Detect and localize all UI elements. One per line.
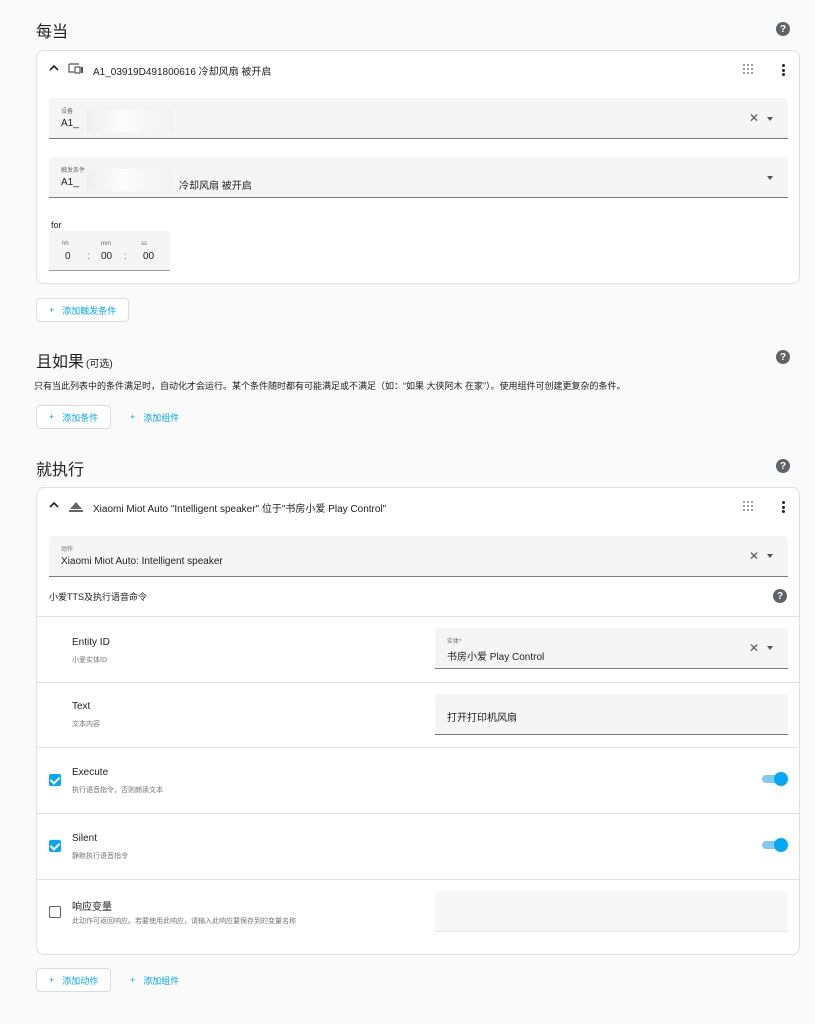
clear-icon[interactable]: ✕ (749, 641, 759, 655)
time-separator: : (87, 251, 90, 262)
execute-desc: 执行语音指令，否则朗读文本 (72, 787, 163, 794)
text-input[interactable]: 打开打印机风扇 (435, 694, 788, 735)
device-icon (68, 63, 83, 74)
action-select[interactable]: 动作 Xiaomi Miot Auto: Intelligent speaker… (49, 536, 788, 577)
clear-icon[interactable]: ✕ (749, 549, 759, 563)
redacted-text (87, 169, 173, 191)
drag-handle-icon[interactable] (743, 501, 753, 511)
trigger-card-header[interactable]: A1_03919D491800616 冷却风扇 被开启 (37, 51, 799, 87)
text-name: Text (72, 701, 91, 712)
optional-tag: (可选) (86, 359, 113, 370)
add-action-block-button[interactable]: + 添加组件 (118, 968, 191, 992)
chevron-down-icon[interactable] (767, 646, 773, 650)
action-card-title: Xiaomi Miot Auto "Intelligent speaker" 位… (93, 504, 387, 515)
silent-toggle[interactable] (762, 838, 788, 852)
trigger-card: A1_03919D491800616 冷却风扇 被开启 设备 A1_ ✕ 触发条… (36, 50, 800, 284)
add-trigger-button[interactable]: + 添加触发条件 (36, 298, 130, 322)
chevron-up-icon[interactable] (49, 63, 59, 73)
more-menu-icon[interactable] (781, 64, 785, 76)
silent-checkbox[interactable] (49, 840, 61, 852)
action-select-value: Xiaomi Miot Auto: Intelligent speaker (61, 556, 223, 567)
silent-desc: 静默执行语音指令 (72, 853, 128, 860)
add-block-label: 添加组件 (143, 975, 180, 986)
entity-id-desc: 小爱实体ID (72, 657, 107, 664)
hours-value[interactable]: 0 (65, 251, 71, 262)
action-card-header[interactable]: Xiaomi Miot Auto "Intelligent speaker" 位… (37, 488, 799, 524)
conditions-heading-text: 且如果 (36, 354, 85, 371)
minutes-value[interactable]: 00 (101, 251, 112, 262)
chevron-down-icon[interactable] (767, 117, 773, 121)
divider (37, 616, 799, 617)
more-menu-icon[interactable] (781, 501, 785, 513)
response-variable-input[interactable] (435, 891, 788, 932)
clear-icon[interactable]: ✕ (749, 111, 759, 125)
text-input-value: 打开打印机风扇 (447, 713, 517, 724)
entity-select-value: 书房小爱 Play Control (447, 652, 545, 663)
trigger-select-value-suffix: 冷却风扇 被开启 (179, 181, 252, 192)
seconds-label: ss (141, 241, 147, 247)
plus-icon: + (49, 975, 55, 985)
time-separator: : (124, 251, 127, 262)
help-icon[interactable]: ? (776, 22, 790, 36)
response-variable-desc: 此动作可返回响应。若要使用此响应，请输入此响应要保存到的变量名称 (72, 918, 296, 925)
text-desc: 文本内容 (72, 721, 100, 728)
add-condition-button[interactable]: + 添加条件 (36, 405, 112, 429)
response-variable-checkbox[interactable] (49, 906, 61, 918)
execute-checkbox[interactable] (49, 774, 61, 786)
trigger-select-label: 触发条件 (61, 168, 86, 174)
divider (37, 747, 799, 748)
plus-icon: + (49, 305, 55, 315)
entity-select[interactable]: 实体* 书房小爱 Play Control ✕ (435, 628, 788, 669)
hours-label: hh (62, 241, 69, 247)
action-card: Xiaomi Miot Auto "Intelligent speaker" 位… (36, 487, 800, 955)
add-block-label: 添加组件 (143, 412, 180, 423)
actions-heading: 就执行 (36, 462, 85, 479)
divider (37, 813, 799, 814)
device-select-value: A1_ (61, 118, 79, 129)
entity-select-label: 实体* (447, 639, 462, 645)
redacted-text (87, 110, 173, 132)
device-select[interactable]: 设备 A1_ ✕ (49, 98, 788, 139)
chevron-down-icon[interactable] (767, 554, 773, 558)
divider (37, 682, 799, 683)
triggers-heading: 每当 (36, 24, 69, 41)
drag-handle-icon[interactable] (743, 64, 753, 74)
action-select-label: 动作 (61, 547, 74, 553)
silent-name: Silent (72, 833, 98, 844)
add-trigger-label: 添加触发条件 (62, 305, 117, 316)
response-variable-name: 响应变量 (72, 902, 112, 913)
conditions-description: 只有当此列表中的条件满足时，自动化才会运行。某个条件随时都有可能满足或不满足（如… (34, 381, 626, 391)
plus-icon: + (130, 975, 136, 985)
trigger-select[interactable]: 触发条件 A1_ 冷却风扇 被开启 (49, 157, 788, 198)
speaker-icon (69, 502, 83, 512)
help-icon[interactable]: ? (773, 589, 787, 603)
trigger-select-value-prefix: A1_ (61, 177, 79, 188)
for-label: for (51, 220, 62, 230)
add-condition-label: 添加条件 (62, 412, 99, 423)
device-select-label: 设备 (61, 109, 74, 115)
plus-icon: + (49, 412, 55, 422)
trigger-card-title: A1_03919D491800616 冷却风扇 被开启 (93, 67, 272, 78)
entity-id-name: Entity ID (72, 637, 110, 648)
add-condition-block-button[interactable]: + 添加组件 (118, 405, 191, 429)
execute-toggle[interactable] (762, 772, 788, 786)
plus-icon: + (130, 412, 136, 422)
add-action-button[interactable]: + 添加动作 (36, 968, 112, 992)
service-description: 小爱TTS及执行语音命令 (49, 592, 147, 602)
divider (37, 879, 799, 880)
execute-name: Execute (72, 767, 109, 778)
help-icon[interactable]: ? (776, 459, 790, 473)
seconds-value[interactable]: 00 (143, 251, 154, 262)
help-icon[interactable]: ? (776, 350, 790, 364)
add-action-label: 添加动作 (62, 975, 99, 986)
chevron-up-icon[interactable] (49, 500, 59, 510)
conditions-heading: 且如果 (可选) (36, 348, 113, 372)
duration-input[interactable]: hh mm ss 0 : 00 : 00 (49, 231, 170, 271)
chevron-down-icon[interactable] (767, 176, 773, 180)
minutes-label: mm (101, 241, 111, 247)
